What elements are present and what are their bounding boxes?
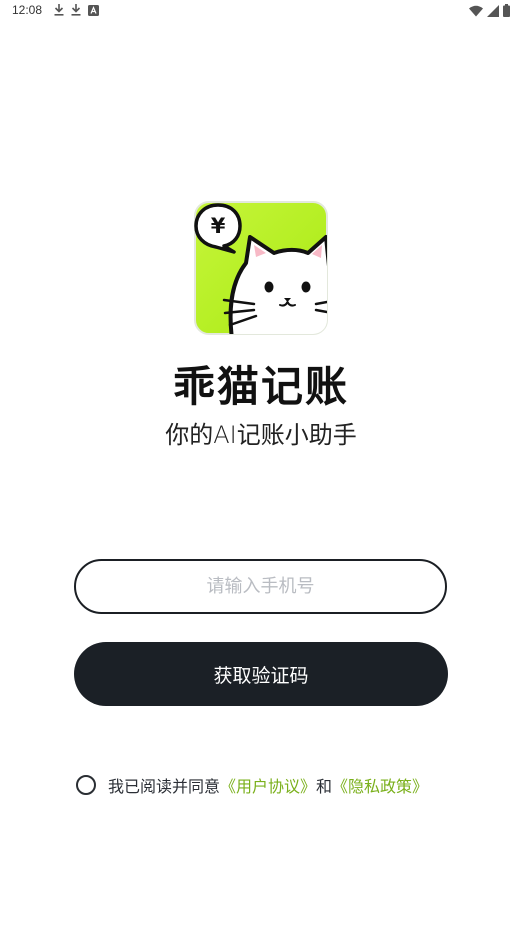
agree-checkbox[interactable] xyxy=(76,775,96,795)
a-box-icon xyxy=(88,4,99,16)
download-icon xyxy=(71,4,81,16)
get-verification-code-button[interactable]: 获取验证码 xyxy=(74,642,448,706)
app-name: 乖猫记账 xyxy=(172,362,349,411)
user-agreement-link[interactable]: 《用户协议》 xyxy=(220,773,316,797)
agreement-prefix-text: 我已阅读并同意 xyxy=(108,777,221,796)
app-slogan: 你的AI记账小助手 xyxy=(165,421,357,449)
status-bar: 12:08 xyxy=(0,0,522,22)
wifi-icon xyxy=(469,5,483,16)
notification-icons xyxy=(54,4,99,16)
system-icons xyxy=(469,4,510,17)
status-time: 12:08 xyxy=(12,3,43,17)
agreement-conjunction-text: 和 xyxy=(316,777,333,796)
agreement-row: 我已阅读并同意 《用户协议》 和 《隐私政策》 xyxy=(76,773,428,797)
app-logo-cat-icon: ¥ xyxy=(194,201,328,335)
cellular-signal-icon xyxy=(487,4,499,17)
battery-icon xyxy=(503,4,510,17)
download-icon xyxy=(54,4,64,16)
phone-number-input[interactable] xyxy=(74,559,447,614)
yen-symbol: ¥ xyxy=(211,214,226,238)
privacy-policy-link[interactable]: 《隐私政策》 xyxy=(332,773,428,797)
login-screen: 12:08 ¥ 乖猫记账 你的AI记账小助手 请输入手机号 获取验证码 我已阅读… xyxy=(0,0,522,928)
